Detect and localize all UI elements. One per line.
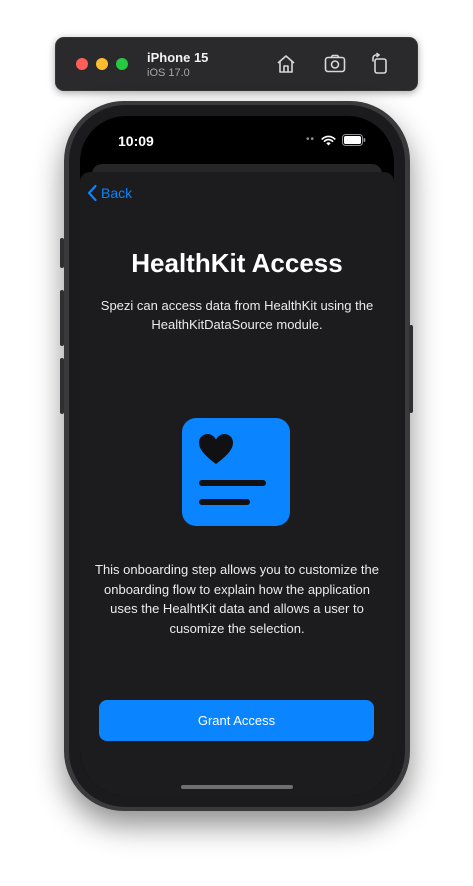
minimize-window-button[interactable]: [96, 58, 108, 70]
device-name: iPhone 15: [147, 50, 209, 65]
zoom-window-button[interactable]: [116, 58, 128, 70]
home-icon[interactable]: [274, 52, 298, 76]
phone-screen: 10:09 •• Back HealthKit Access Spezi can…: [80, 116, 394, 796]
volume-up-button: [60, 290, 64, 346]
healthkit-heart-document-icon: [182, 418, 290, 526]
status-dots-icon: ••: [305, 134, 315, 145]
onboarding-sheet: Back HealthKit Access Spezi can access d…: [80, 172, 394, 796]
volume-down-button: [60, 358, 64, 414]
simulator-toolbar: iPhone 15 iOS 17.0: [55, 37, 418, 91]
battery-icon: [342, 134, 366, 146]
rotate-icon[interactable]: [368, 52, 392, 76]
device-os-version: iOS 17.0: [147, 67, 190, 79]
action-button: [60, 238, 64, 268]
status-icons: ••: [306, 134, 366, 146]
status-time: 10:09: [118, 133, 154, 149]
page-subtitle: Spezi can access data from HealthKit usi…: [100, 298, 374, 332]
dynamic-island: [190, 128, 284, 156]
screenshot-icon[interactable]: [323, 52, 347, 76]
home-indicator[interactable]: [181, 785, 293, 789]
power-button: [409, 325, 413, 413]
close-window-button[interactable]: [76, 58, 88, 70]
description-text: This onboarding step allows you to custo…: [95, 562, 379, 636]
grant-access-button[interactable]: Grant Access: [99, 700, 374, 741]
back-label: Back: [101, 185, 133, 201]
back-button[interactable]: Back: [86, 184, 132, 202]
chevron-left-icon: [87, 184, 97, 202]
wifi-icon: [321, 135, 336, 145]
page-title: HealthKit Access: [131, 248, 343, 278]
